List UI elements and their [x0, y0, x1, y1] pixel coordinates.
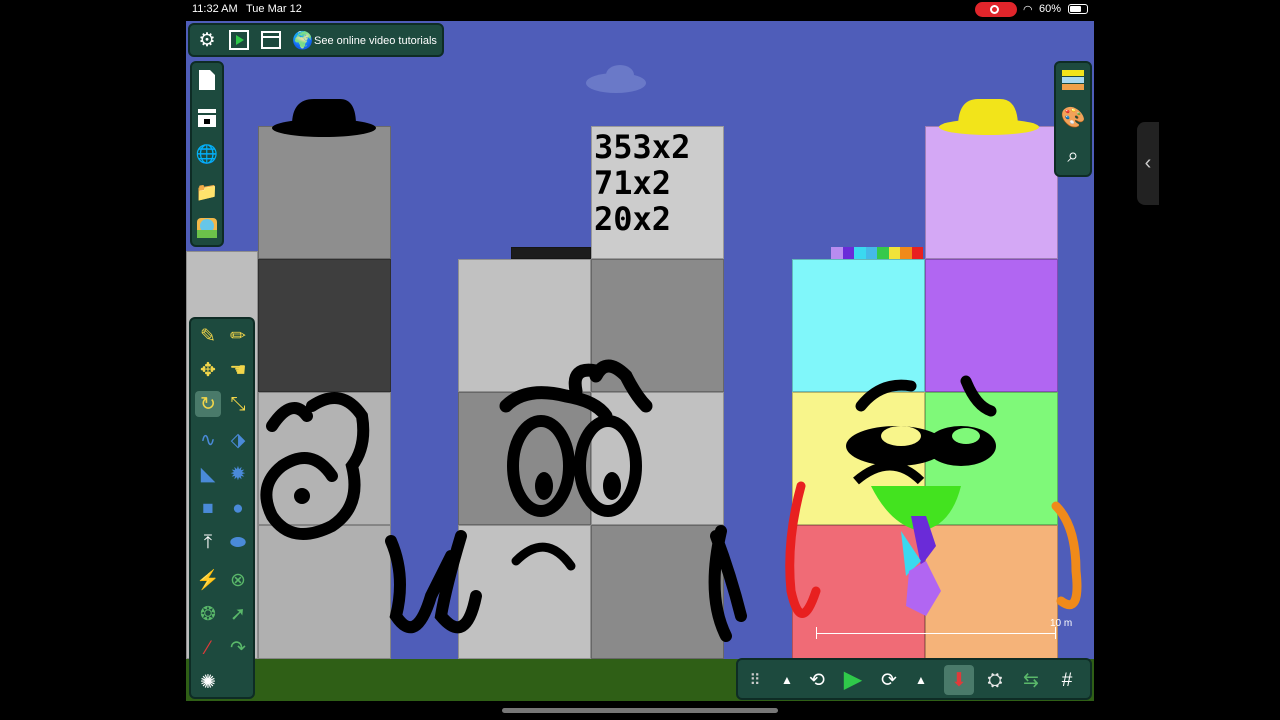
tutorials-link[interactable]: See online video tutorials — [314, 35, 437, 47]
laser-icon[interactable]: ⁄ — [195, 635, 221, 661]
side-tab-chevron-icon[interactable]: ‹ — [1137, 122, 1159, 205]
battery-percent: 60% — [1039, 3, 1062, 15]
polygon-icon[interactable]: ∿ — [195, 427, 221, 453]
thruster-icon[interactable]: ➚ — [225, 601, 251, 627]
window-button[interactable] — [258, 27, 284, 53]
edit-toolbar: ✎ ✏ ✥ ☚ ↻ ⤡ ∿ ⬗ ◣ ✹ ■ ● ⤒ ⬬ ⚡ ⊗ ❂ ➚ ⁄ ↷ … — [189, 317, 255, 699]
screen-record-icon[interactable] — [975, 2, 1017, 17]
eraser-icon[interactable]: ⬗ — [225, 427, 251, 453]
simulation-toolbar: ⠿ ▲ ⟲ ▶ ⟳ ▲ ⬇ ⛭ ⇆ # — [736, 658, 1092, 700]
redo-menu-icon[interactable]: ▲ — [908, 667, 934, 693]
globe-icon[interactable]: 🌍 — [290, 27, 316, 53]
layers-icon — [1062, 70, 1084, 90]
gravity-icon[interactable]: ⬇ — [944, 665, 974, 695]
grid-icon[interactable]: # — [1054, 667, 1080, 693]
fixate-icon[interactable]: ⊗ — [225, 567, 251, 593]
play-simulation-icon[interactable]: ▶ — [840, 667, 866, 693]
status-time: 11:32 AM — [192, 3, 238, 15]
battery-icon — [1068, 4, 1088, 14]
scale-label: 10 m — [1050, 618, 1073, 629]
box-shape-icon[interactable]: ■ — [195, 495, 221, 521]
play-mode-button[interactable] — [226, 27, 252, 53]
gallery-icon — [197, 218, 217, 238]
download-globe-icon[interactable]: 🌐 — [194, 141, 220, 167]
layers-button[interactable] — [1060, 67, 1086, 93]
whiteboard-line-1: 353x2 — [594, 128, 691, 166]
palette-icon[interactable]: 🎨 — [1060, 105, 1086, 131]
drag-hand-icon[interactable]: ☚ — [225, 357, 251, 383]
gear-shape-icon[interactable]: ✹ — [225, 461, 251, 487]
cloud-decoration — [586, 65, 646, 93]
window-icon — [261, 31, 281, 49]
upload-icon[interactable]: ⤒ — [195, 529, 221, 555]
whiteboard-text: 353x2 71x2 20x2 — [594, 129, 690, 237]
follow-icon[interactable]: ⇆ — [1018, 667, 1044, 693]
spring-icon[interactable]: ⚡ — [195, 567, 221, 593]
draw-tool-icon[interactable]: ✎ — [195, 323, 221, 349]
undo-menu-icon[interactable]: ▲ — [774, 667, 800, 693]
bandage-icon[interactable]: ⬬ — [225, 529, 251, 555]
shape-icon[interactable]: ◣ — [195, 461, 221, 487]
home-indicator[interactable] — [502, 708, 778, 713]
right-toolbar: 🎨 ⌕ — [1054, 61, 1092, 177]
texture-icon[interactable]: ✺ — [195, 669, 221, 695]
magnifier-icon[interactable]: ⌕ — [1060, 143, 1086, 169]
drawn-sad-face — [385, 359, 747, 642]
yellow-hat-icon — [939, 99, 1039, 135]
rainbow-strip — [831, 247, 923, 259]
grid-dots-icon[interactable]: ⠿ — [742, 667, 768, 693]
play-icon — [229, 30, 249, 50]
whiteboard-line-3: 20x2 — [594, 200, 672, 238]
camera-icon[interactable]: ⛭ — [982, 667, 1008, 693]
drawn-face-scribble — [260, 392, 370, 540]
file-toolbar: 🌐 📁 — [190, 61, 224, 247]
move-icon[interactable]: ✥ — [195, 357, 221, 383]
scale-bar — [816, 633, 1056, 634]
file-icon — [199, 70, 215, 90]
undo-icon[interactable]: ⟲ — [804, 667, 830, 693]
new-file-button[interactable] — [194, 67, 220, 93]
wifi-icon: ◠ — [1023, 4, 1033, 16]
circle-shape-icon[interactable]: ● — [225, 495, 251, 521]
gear-icon[interactable]: ⚙ — [194, 27, 220, 53]
whiteboard-line-2: 71x2 — [594, 164, 672, 202]
redo-icon[interactable]: ⟳ — [876, 667, 902, 693]
rotate-icon[interactable]: ↻ — [195, 391, 221, 417]
gallery-button[interactable] — [194, 215, 220, 241]
black-hat-icon — [272, 99, 376, 137]
pencil-icon[interactable]: ✏ — [225, 323, 251, 349]
wheel-icon[interactable]: ❂ — [195, 601, 221, 627]
drawn-colorful-face — [785, 375, 1082, 618]
status-date: Tue Mar 12 — [246, 3, 302, 15]
scene-canvas[interactable]: 353x2 71x2 20x2 10 m ⚙ 🌍 See online vide… — [186, 21, 1094, 701]
storage-button[interactable] — [194, 105, 220, 131]
scale-icon[interactable]: ⤡ — [225, 391, 251, 417]
top-toolbar: ⚙ 🌍 See online video tutorials — [188, 23, 444, 57]
box-icon — [198, 109, 216, 127]
ios-status-bar: 11:32 AM Tue Mar 12 ◠ 60% — [0, 0, 1280, 20]
folder-icon[interactable]: 📁 — [194, 179, 220, 205]
hinge-icon[interactable]: ↷ — [225, 635, 251, 661]
